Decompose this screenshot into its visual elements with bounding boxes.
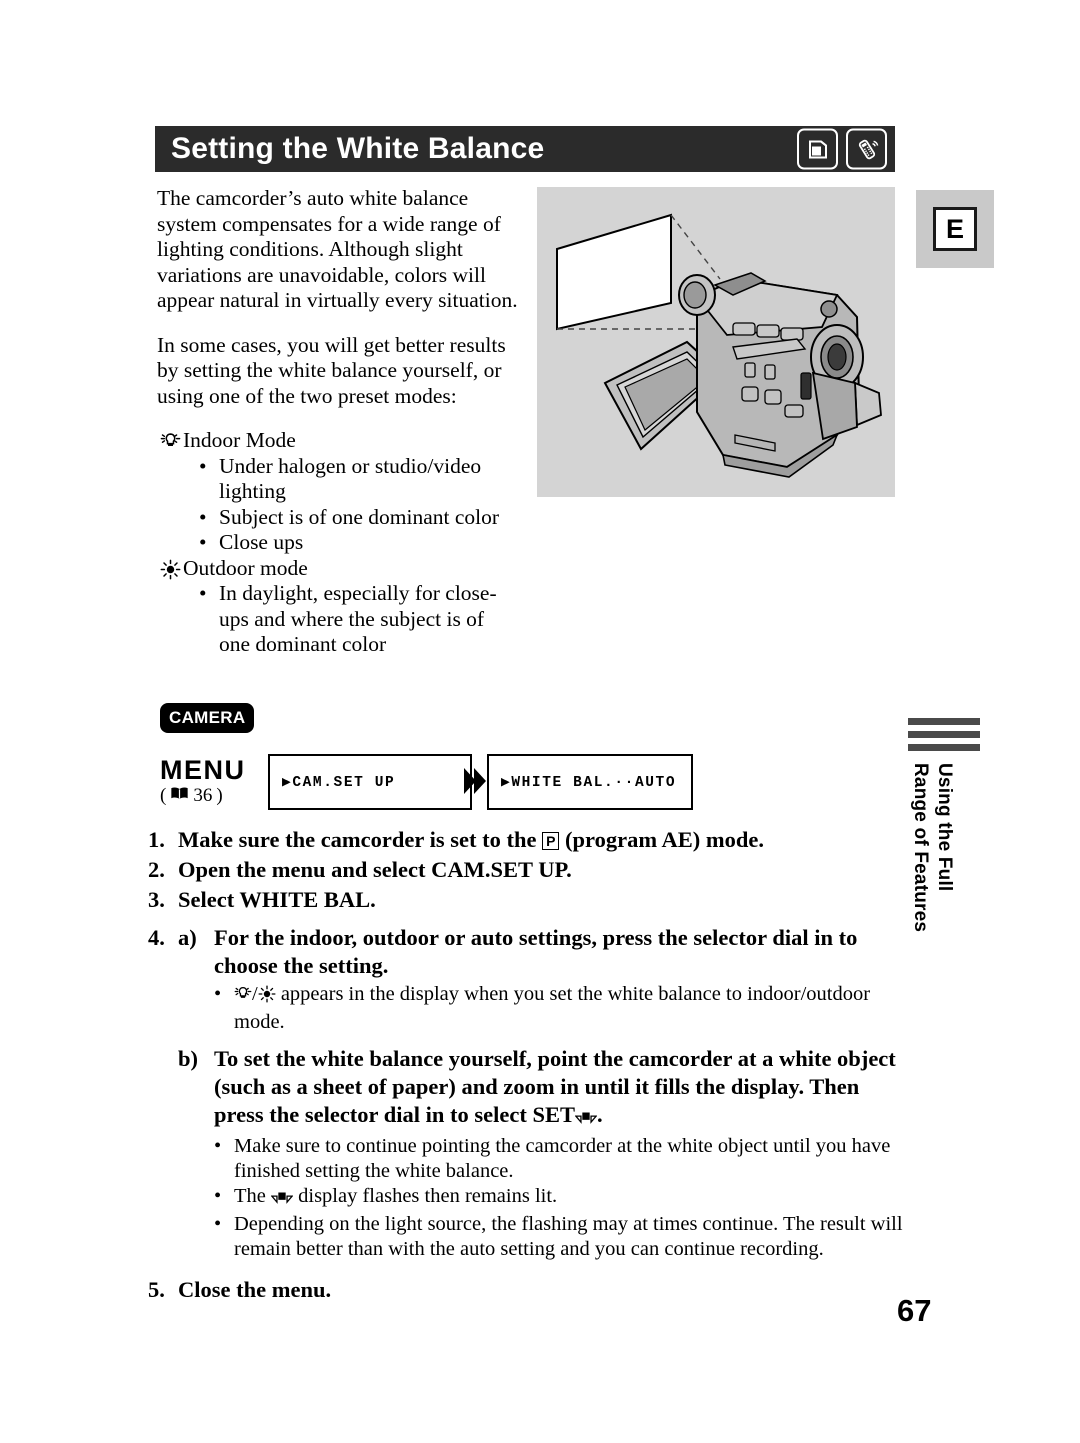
mode-outdoor-label: Outdoor mode [183, 555, 308, 580]
mode-indoor: Indoor Mode [157, 428, 519, 454]
menu-page-reference: ( 36) [160, 786, 223, 805]
step-1-number: 1. [148, 827, 165, 852]
step-5: 5. Close the menu. [148, 1276, 908, 1304]
step-4b-notes: Make sure to continue pointing the camco… [178, 1134, 908, 1262]
list-item: Subject is of one dominant color [197, 505, 519, 531]
page-header-bar: Setting the White Balance [155, 126, 895, 172]
cassette-tape-icon [797, 128, 838, 170]
menu-screen-white-bal-text: ▶WHITE BAL.··AUTO [501, 774, 677, 791]
mode-indoor-bullets: Under halogen or studio/video lighting S… [157, 454, 519, 556]
list-item: / appears in the display when you set th… [214, 982, 908, 1035]
wireless-remote-icon [846, 128, 887, 170]
camcorder-illustration [537, 187, 895, 497]
side-tab-bar [908, 744, 980, 751]
camera-mode-badge: CAMERA [160, 703, 255, 733]
mode-outdoor: Outdoor mode [157, 556, 519, 582]
intro-paragraph-2: In some cases, you will get better resul… [157, 332, 506, 408]
step-4b-text-before: To set the white balance yourself, point… [214, 1046, 896, 1127]
step-2: 2. Open the menu and select CAM.SET UP. [148, 856, 908, 884]
step-1-text: Make sure the camcorder is set to the P … [178, 826, 908, 854]
page-number: 67 [897, 1293, 932, 1328]
step-4b-text: To set the white balance yourself, point… [214, 1045, 908, 1132]
step-1-text-before: Make sure the camcorder is set to the [178, 827, 543, 852]
step-4b: b) To set the white balance yourself, po… [178, 1045, 908, 1132]
step-4a-text: For the indoor, outdoor or auto settings… [214, 925, 858, 978]
step-4-number: 4. [148, 925, 165, 950]
step-3-text: Select WHITE BAL. [178, 887, 376, 912]
menu-button-label: MENU [160, 755, 246, 785]
step-1: 1. Make sure the camcorder is set to the… [148, 826, 908, 854]
indoor-lightbulb-icon [157, 428, 183, 452]
menu-screen-cam-set-up[interactable]: ▶CAM.SET UP [268, 754, 472, 810]
page-title: Setting the White Balance [171, 132, 545, 165]
step-4b-text-after: . [597, 1102, 603, 1127]
outdoor-sun-icon [157, 556, 183, 580]
list-item: Close ups [197, 530, 519, 556]
list-item: The display flashes then remains lit. [214, 1184, 908, 1212]
list-item: Make sure to continue pointing the camco… [214, 1134, 908, 1184]
intro-paragraph-1: The camcorder’s auto white balance syste… [157, 186, 518, 312]
step-4a-letter: a) [178, 925, 197, 950]
side-tab-bar [908, 718, 980, 725]
flow-arrow-icon [462, 766, 488, 796]
open-book-icon [170, 786, 189, 805]
intro-text-column: The camcorder’s auto white balance syste… [157, 186, 519, 658]
manual-page: Setting the White Balance E The camcorde… [0, 0, 1080, 1443]
step-2-text: Open the menu and select CAM.SET UP. [178, 857, 572, 882]
outdoor-sun-icon [258, 985, 276, 1010]
step-4b-letter: b) [178, 1046, 199, 1071]
step-4a: a) For the indoor, outdoor or auto setti… [178, 924, 908, 980]
step-5-number: 5. [148, 1277, 165, 1302]
white-balance-set-icon [270, 1187, 294, 1212]
menu-screen-cam-set-up-text: ▶CAM.SET UP [282, 774, 396, 791]
step-4a-note-text: appears in the display when you set the … [234, 983, 871, 1033]
page-ref-number: 36 [193, 785, 213, 806]
step-3-number: 3. [148, 887, 165, 912]
mode-indoor-label: Indoor Mode [183, 428, 296, 452]
step-1-text-after: (program AE) mode. [559, 827, 764, 852]
step-4: 4. a) For the indoor, outdoor or auto se… [148, 924, 908, 1268]
side-tab-label: Using the Full Range of Features [910, 763, 955, 933]
program-ae-icon: P [542, 832, 560, 850]
white-balance-set-icon [574, 1104, 598, 1132]
list-item: Depending on the light source, the flash… [214, 1212, 908, 1262]
step-4a-notes: / appears in the display when you set th… [178, 982, 908, 1035]
indoor-lightbulb-icon [234, 985, 252, 1010]
header-icon-group [797, 128, 887, 170]
list-item: Under halogen or studio/video lighting [197, 454, 519, 505]
list-item: In daylight, especially for close-ups an… [197, 581, 519, 658]
edition-tab: E [916, 190, 994, 268]
instruction-steps: 1. Make sure the camcorder is set to the… [148, 826, 908, 1306]
step-5-text: Close the menu. [178, 1277, 332, 1302]
side-tab-bars [908, 718, 988, 751]
section-side-tab: Using the Full Range of Features [908, 718, 988, 932]
page-ref-open-paren: ( [160, 785, 167, 806]
side-tab-bar [908, 731, 980, 738]
menu-screen-white-bal[interactable]: ▶WHITE BAL.··AUTO [487, 754, 693, 810]
mode-outdoor-bullets: In daylight, especially for close-ups an… [157, 581, 519, 658]
edition-tab-label: E [933, 207, 977, 251]
step-2-number: 2. [148, 857, 165, 882]
page-ref-close-paren: ) [216, 785, 223, 806]
step-3: 3. Select WHITE BAL. [148, 886, 908, 914]
step-4b-flash-before: The [234, 1185, 271, 1207]
step-4b-flash-after: display flashes then remains lit. [293, 1185, 558, 1207]
